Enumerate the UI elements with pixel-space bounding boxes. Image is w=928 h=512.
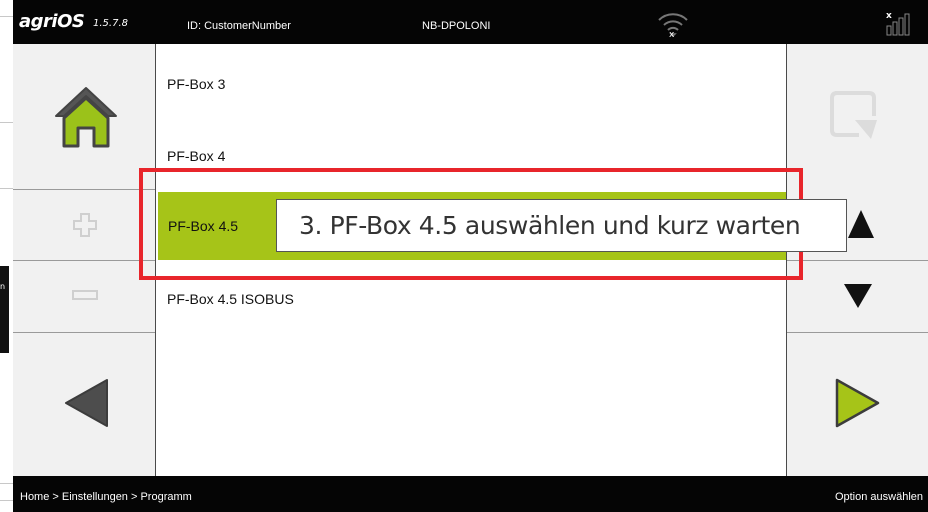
title-bar: agriOS 1.5.7.8 ID: CustomerNumber NB-DPO… — [13, 0, 928, 44]
arrow-right-icon[interactable] — [835, 378, 881, 428]
device-name: NB-DPOLONI — [422, 20, 491, 32]
left-nav-panel — [13, 44, 156, 476]
customer-id: ID: CustomerNumber — [187, 20, 291, 32]
signal-badge: x — [886, 11, 892, 21]
app-version: 1.5.7.8 — [93, 18, 128, 29]
instruction-callout: 3. PF-Box 4.5 auswählen und kurz warten — [276, 199, 847, 252]
wifi-off-icon: x — [658, 13, 688, 38]
right-nav-panel — [786, 44, 928, 476]
status-hint: Option auswählen — [834, 491, 923, 503]
signal-strength-icon: x — [886, 11, 910, 36]
status-bar: Home > Einstellungen > Programm Option a… — [13, 476, 928, 512]
plus-icon[interactable] — [72, 212, 98, 238]
wifi-badge: x — [669, 30, 675, 38]
breadcrumb: Home > Einstellungen > Programm — [20, 491, 192, 503]
minus-icon[interactable] — [71, 289, 99, 301]
home-icon[interactable] — [52, 84, 120, 150]
app-logo: agriOS — [19, 11, 85, 32]
page-edge: n — [0, 0, 13, 512]
list-item[interactable]: PF-Box 4.5 ISOBUS — [157, 279, 796, 319]
arrow-left-icon[interactable] — [63, 378, 109, 428]
arrow-up-icon[interactable] — [846, 208, 876, 240]
arrow-down-icon[interactable] — [842, 282, 874, 310]
list-item[interactable]: PF-Box 3 — [157, 64, 796, 104]
confirm-icon[interactable] — [829, 90, 885, 142]
